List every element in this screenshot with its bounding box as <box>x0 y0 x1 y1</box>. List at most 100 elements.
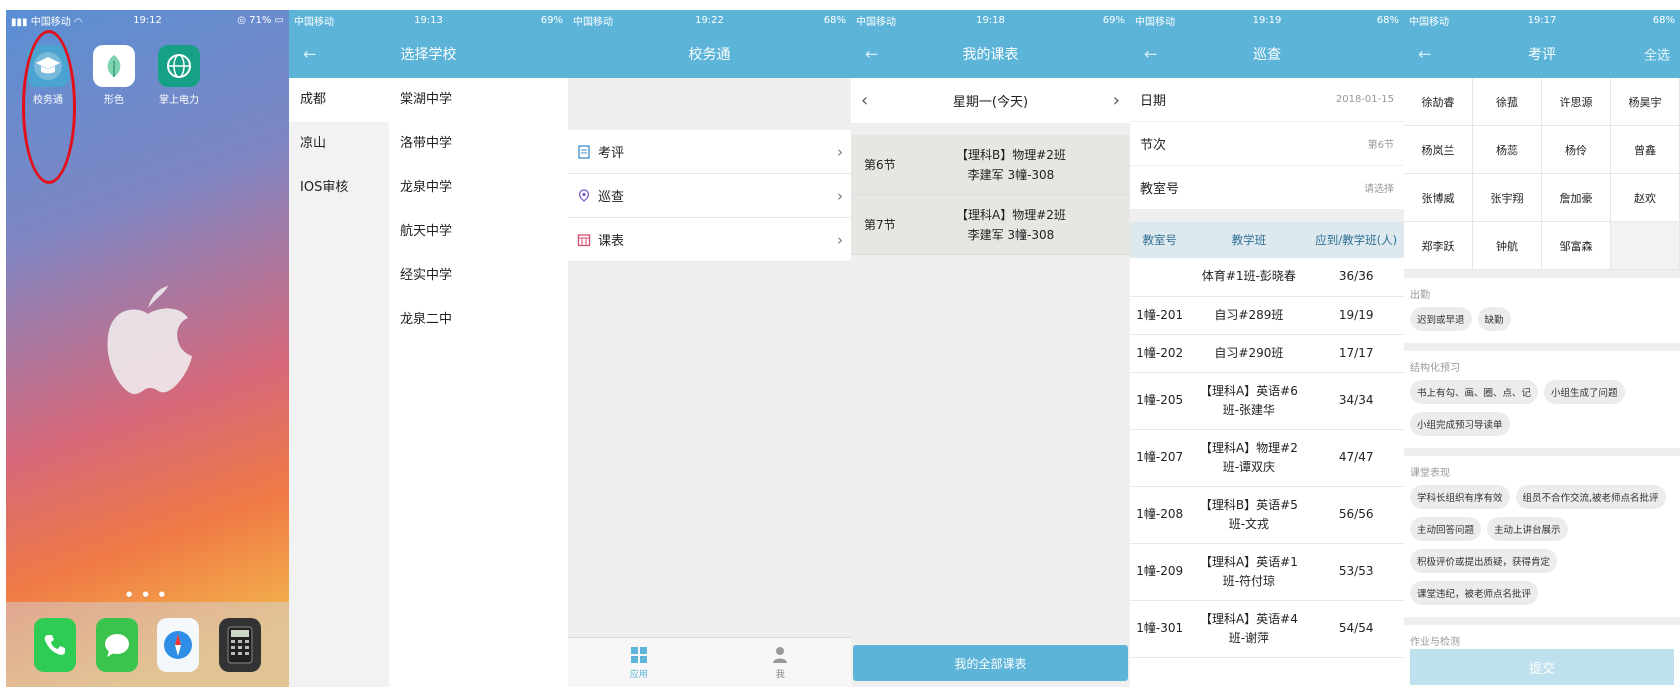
student-name[interactable]: 邹富森 <box>1542 222 1611 270</box>
table-cell: 47/47 <box>1308 429 1404 487</box>
page-title: 考评 <box>1528 47 1556 63</box>
evaluation-tag[interactable]: 课堂违纪，被老师点名批评 <box>1410 581 1539 605</box>
student-name[interactable]: 钟航 <box>1473 222 1542 270</box>
app-home-screen: 中国移动 19:22 68% 校务通 考评 › 巡查 › 课表 › 应用 我 <box>568 10 851 687</box>
menu-item-timetable[interactable]: 课表 › <box>568 218 851 262</box>
evaluation-tag[interactable]: 主动回答问题 <box>1410 517 1482 541</box>
school-item[interactable]: 棠湖中学 <box>389 78 568 122</box>
submit-button[interactable]: 提交 <box>1410 649 1674 685</box>
student-name[interactable]: 徐菰 <box>1473 78 1542 126</box>
table-cell: 34/34 <box>1308 372 1404 430</box>
table-cell: 【理科A】英语#4 班-谢萍 <box>1189 600 1309 658</box>
evaluation-tag[interactable]: 书上有勾、画、圈、点、记 <box>1410 380 1539 404</box>
city-item[interactable]: 凉山 <box>289 122 389 166</box>
lesson-row[interactable]: 第6节 【理科B】物理#2班 李建军 3幢-308 <box>851 135 1130 195</box>
evaluation-tag[interactable]: 缺勤 <box>1477 307 1511 331</box>
evaluation-section: 结构化预习 书上有勾、画、圈、点、记 小组生成了问题 小组完成预习导读单 <box>1404 343 1680 448</box>
evaluation-tag[interactable]: 主动上讲台展示 <box>1487 517 1568 541</box>
table-row[interactable]: 1幢-208 【理科B】英语#5 班-文戎 56/56 <box>1130 486 1404 544</box>
tab-me[interactable]: 我 <box>710 638 852 687</box>
city-item[interactable]: 成都 <box>289 78 389 122</box>
table-row[interactable]: 1幢-201 自习#289班 19/19 <box>1130 296 1404 335</box>
safari-icon[interactable] <box>157 617 200 672</box>
student-name[interactable]: 杨岚兰 <box>1404 126 1473 174</box>
menu-item-evaluation[interactable]: 考评 › <box>568 130 851 174</box>
table-cell <box>1130 258 1190 297</box>
back-arrow-icon[interactable]: ← <box>1144 45 1157 64</box>
prev-day-icon[interactable]: ‹ <box>861 90 868 111</box>
evaluation-tag[interactable]: 学科长组织有序有效 <box>1410 485 1510 509</box>
date-field[interactable]: 日期 2018-01-15 <box>1130 78 1404 122</box>
period-field[interactable]: 节次 第6节 <box>1130 122 1404 166</box>
table-row[interactable]: 1幢-207 【理科A】物理#2 班-谭双庆 47/47 <box>1130 429 1404 487</box>
student-name[interactable]: 赵欢 <box>1611 174 1680 222</box>
table-row[interactable]: 体育#1班-彭晓春 36/36 <box>1130 258 1404 297</box>
school-item[interactable]: 龙泉二中 <box>389 298 568 342</box>
student-name[interactable]: 曾鑫 <box>1611 126 1680 174</box>
table-cell: 53/53 <box>1308 543 1404 601</box>
city-item[interactable]: IOS审核 <box>289 166 389 210</box>
nav-bar: ← 考评 全选 <box>1404 30 1680 78</box>
evaluation-tag[interactable]: 小组完成预习导读单 <box>1410 412 1510 436</box>
back-arrow-icon[interactable]: ← <box>1418 45 1431 64</box>
table-cell: 体育#1班-彭晓春 <box>1189 258 1309 297</box>
lesson-row[interactable]: 第7节 【理科A】物理#2班 李建军 3幢-308 <box>851 195 1130 255</box>
nav-bar: ← 我的课表 <box>851 30 1130 78</box>
table-cell: 17/17 <box>1308 334 1404 373</box>
student-name[interactable]: 张博威 <box>1404 174 1473 222</box>
page-title: 选择学校 <box>400 47 457 63</box>
next-day-icon[interactable]: › <box>1113 90 1120 111</box>
classroom-field[interactable]: 教室号 请选择 <box>1130 166 1404 210</box>
table-cell: 1幢-202 <box>1130 334 1190 373</box>
student-name[interactable]: 张宇翔 <box>1473 174 1542 222</box>
status-bar: 中国移动 19:17 68% <box>1409 14 1675 28</box>
evaluation-tag[interactable]: 组员不合作交流,被老师点名批评 <box>1515 485 1666 509</box>
my-timetable-screen: 中国移动 19:18 69% ← 我的课表 ‹ 星期一(今天) › 第6节 【理… <box>851 10 1130 687</box>
school-item[interactable]: 航天中学 <box>389 210 568 254</box>
back-arrow-icon[interactable]: ← <box>303 45 316 64</box>
all-timetable-button[interactable]: 我的全部课表 <box>853 645 1128 681</box>
table-row[interactable]: 1幢-202 自习#290班 17/17 <box>1130 334 1404 373</box>
student-name[interactable]: 詹加豪 <box>1542 174 1611 222</box>
student-name[interactable]: 许思源 <box>1542 78 1611 126</box>
tab-apps[interactable]: 应用 <box>568 638 710 687</box>
evaluation-tag[interactable]: 小组生成了问题 <box>1544 380 1625 404</box>
dock <box>6 602 289 687</box>
chevron-right-icon: › <box>837 142 843 161</box>
table-row[interactable]: 1幢-209 【理科A】英语#1 班-符付琼 53/53 <box>1130 543 1404 601</box>
calculator-icon[interactable] <box>219 617 262 672</box>
phone-icon[interactable] <box>33 617 76 672</box>
student-name[interactable]: 杨昊宇 <box>1611 78 1680 126</box>
table-row[interactable]: 1幢-301 【理科A】英语#4 班-谢萍 54/54 <box>1130 600 1404 658</box>
student-name[interactable]: 杨伶 <box>1542 126 1611 174</box>
back-arrow-icon[interactable]: ← <box>865 45 878 64</box>
school-item[interactable]: 洛带中学 <box>389 122 568 166</box>
patrol-table: 教室号 教学班 应到/教学班(人) 体育#1班-彭晓春 36/36 1幢-201 自习… <box>1130 222 1404 658</box>
school-item[interactable]: 龙泉中学 <box>389 166 568 210</box>
page-title: 我的课表 <box>962 47 1019 63</box>
evaluation-tag[interactable]: 迟到或早退 <box>1410 307 1472 331</box>
table-cell: 【理科A】物理#2 班-谭双庆 <box>1189 429 1309 487</box>
globe-icon <box>158 45 200 87</box>
page-title: 巡查 <box>1253 47 1281 63</box>
calendar-icon <box>576 232 592 248</box>
app-zhangshang-dianli[interactable]: 掌上电力 <box>151 45 207 106</box>
messages-icon[interactable] <box>95 617 138 672</box>
table-row[interactable]: 1幢-205 【理科A】英语#6 班-张建华 34/34 <box>1130 372 1404 430</box>
evaluation-tag[interactable]: 积极评价或提出质疑，获得肯定 <box>1410 549 1558 573</box>
apple-logo-icon <box>98 280 198 404</box>
evaluation-screen: 中国移动 19:17 68% ← 考评 全选 徐劼睿 徐菰 许思源 杨昊宇杨岚兰 杨蕊杨… <box>1404 10 1680 687</box>
menu-item-patrol[interactable]: 巡查 › <box>568 174 851 218</box>
student-name[interactable]: 杨蕊 <box>1473 126 1542 174</box>
table-cell: 36/36 <box>1308 258 1404 297</box>
table-cell: 自习#290班 <box>1189 334 1309 373</box>
student-name[interactable]: 徐劼睿 <box>1404 78 1473 126</box>
select-all-button[interactable]: 全选 <box>1644 45 1670 64</box>
student-name[interactable]: 郑李跃 <box>1404 222 1473 270</box>
school-item[interactable]: 经实中学 <box>389 254 568 298</box>
location-icon <box>576 188 592 204</box>
app-xingse[interactable]: 形色 <box>86 45 142 106</box>
status-bar: 中国移动 19:13 69% <box>294 14 563 28</box>
patrol-screen: 中国移动 19:19 68% ← 巡查 日期 2018-01-15 节次 第6节 教… <box>1130 10 1404 687</box>
wifi-icon: ◠ <box>73 16 83 28</box>
